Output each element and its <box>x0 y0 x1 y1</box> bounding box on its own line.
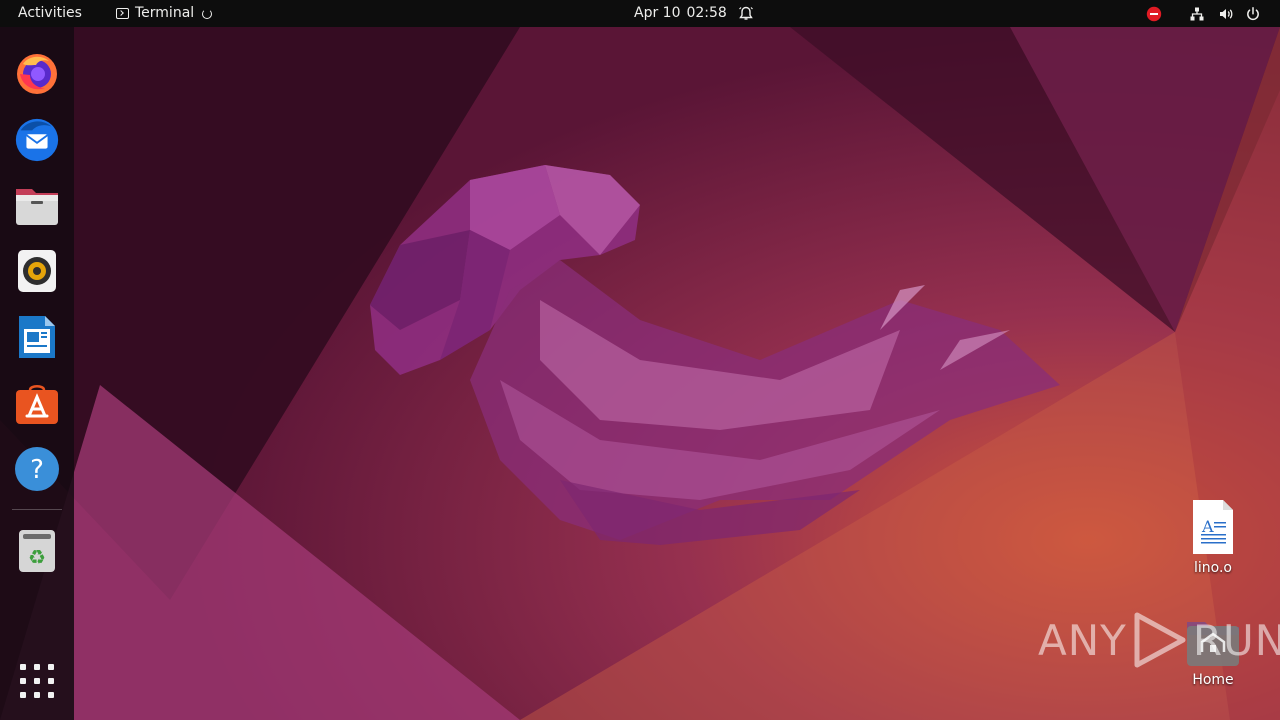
desktop-file-lino[interactable]: A lino.o <box>1173 498 1253 576</box>
loading-spinner-icon <box>202 8 213 19</box>
clock-button[interactable]: Apr 10 02:58 <box>634 0 727 27</box>
power-icon[interactable] <box>1245 5 1261 21</box>
dock-trash[interactable]: ♻ <box>13 527 61 575</box>
dock-thunderbird[interactable] <box>13 115 61 163</box>
dock-libreoffice-writer[interactable] <box>13 313 61 361</box>
network-icon[interactable] <box>1189 5 1205 21</box>
dock-rhythmbox[interactable] <box>13 247 61 295</box>
clock-date: Apr 10 <box>634 5 681 21</box>
document-icon: A <box>1193 500 1233 554</box>
top-bar: Activities Terminal Apr 10 02:58 <box>0 0 1280 27</box>
svg-text:♻: ♻ <box>28 545 46 569</box>
svg-text:A: A <box>1201 517 1214 536</box>
watermark-right-text: RUN <box>1192 615 1280 665</box>
svg-text:?: ? <box>30 455 44 485</box>
libreoffice-writer-icon <box>19 316 55 358</box>
rhythmbox-icon <box>18 250 56 292</box>
thunderbird-icon <box>15 118 59 162</box>
firefox-icon <box>17 54 57 94</box>
app-menu-label: Terminal <box>135 5 195 21</box>
dock-separator <box>12 509 62 510</box>
dock-help[interactable]: ? <box>13 445 61 493</box>
dock-firefox[interactable] <box>13 49 61 97</box>
anyrun-watermark: ANY RUN <box>1038 608 1280 672</box>
show-apps-button[interactable] <box>20 664 54 698</box>
help-icon: ? <box>15 447 59 491</box>
ubuntu-software-icon <box>16 385 58 424</box>
play-logo-icon <box>1134 612 1186 668</box>
app-grid-icon <box>20 664 26 670</box>
volume-icon[interactable] <box>1218 5 1234 21</box>
do-not-disturb-icon[interactable] <box>1146 5 1162 22</box>
files-icon <box>16 189 58 225</box>
desktop-file-label: lino.o <box>1194 560 1232 576</box>
activities-button[interactable]: Activities <box>18 0 82 27</box>
app-menu-terminal[interactable]: Terminal <box>116 0 213 27</box>
clock-time: 02:58 <box>686 5 727 21</box>
dock-ubuntu-software[interactable] <box>13 379 61 427</box>
terminal-icon <box>116 8 129 19</box>
dock-files[interactable] <box>13 181 61 229</box>
desktop-home-label: Home <box>1192 672 1234 688</box>
watermark-left-text: ANY <box>1038 615 1127 665</box>
notification-bell-icon[interactable] <box>738 5 754 21</box>
trash-icon: ♻ <box>19 530 55 572</box>
dock: ? ♻ <box>0 27 74 720</box>
desktop-screen: Activities Terminal Apr 10 02:58 ? ♻ A l… <box>0 0 1280 720</box>
